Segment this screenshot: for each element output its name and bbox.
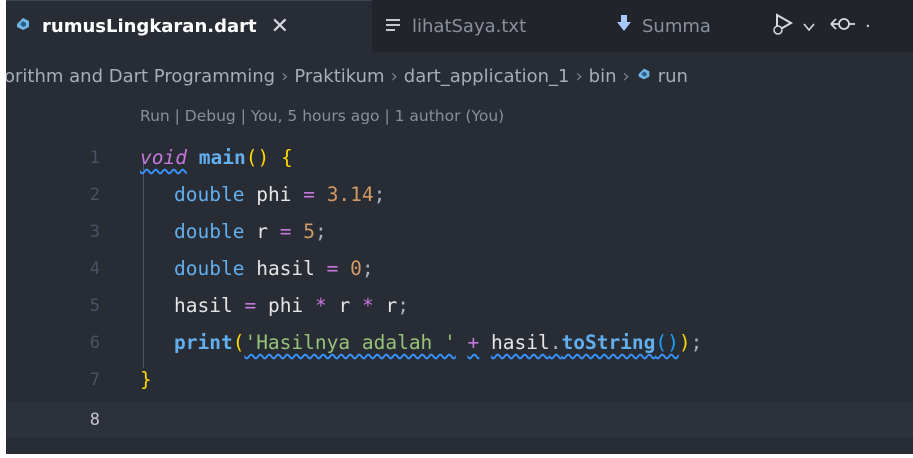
code-token-punctuation: ; — [690, 331, 703, 354]
code-line[interactable]: 7 } — [6, 362, 913, 397]
more-icon[interactable]: · — [865, 16, 871, 37]
close-icon[interactable]: ✕ — [271, 15, 289, 38]
code-token-paren: ) — [678, 331, 691, 354]
line-number: 8 — [89, 409, 100, 430]
code-token-identifier: r — [338, 294, 351, 317]
code-editor[interactable]: Run | Debug | You, 5 hours ago | 1 autho… — [6, 100, 913, 454]
code-token-identifier: phi — [256, 183, 292, 206]
code-text: double r = 5; — [174, 220, 327, 243]
line-number: 3 — [89, 221, 100, 242]
code-token-operator: = — [279, 220, 292, 243]
code-token-operator: * — [361, 294, 374, 317]
code-line[interactable]: 1 void main() { — [6, 140, 913, 175]
code-line[interactable]: 3 double r = 5; — [6, 214, 913, 249]
code-token-brace: } — [140, 368, 152, 391]
code-token-identifier: hasil — [491, 331, 550, 354]
code-token-punctuation: . — [549, 331, 562, 354]
code-token-punctuation: ; — [397, 294, 409, 317]
line-number: 4 — [89, 258, 100, 279]
code-token-punctuation: ; — [314, 220, 327, 243]
breadcrumb: orithm and Dart Programming › Praktikum … — [6, 52, 913, 100]
git-commit-icon[interactable] — [829, 15, 855, 38]
text-lines-icon — [386, 16, 402, 37]
code-token-operator: * — [314, 294, 327, 317]
code-token-punctuation: ; — [373, 183, 386, 206]
code-text: double phi = 3.14; — [174, 183, 385, 206]
code-text: double hasil = 0; — [174, 257, 374, 280]
code-token-paren: () — [655, 331, 679, 354]
code-token-function: main — [198, 146, 246, 169]
code-token-number: 0 — [350, 257, 362, 280]
code-token-paren: ( — [245, 146, 258, 169]
tab-bar: rumusLingkaran.dart ✕ lihatSaya.txt Summ… — [6, 0, 913, 53]
code-token-paren: ( — [232, 331, 245, 354]
breadcrumb-separator: › — [575, 65, 583, 87]
editor-toolbar: · — [771, 0, 871, 52]
code-token-operator: = — [244, 294, 257, 317]
code-token-paren: ) — [257, 146, 270, 169]
run-debug-icon[interactable] — [771, 12, 797, 41]
code-token-identifier: hasil — [256, 257, 315, 280]
code-line[interactable]: 5 hasil = phi * r * r; — [6, 288, 913, 323]
code-token-punctuation: () { — [246, 146, 293, 169]
breadcrumb-item[interactable]: run — [658, 66, 688, 87]
editor-window: rumusLingkaran.dart ✕ lihatSaya.txt Summ… — [6, 0, 913, 454]
code-token-identifier: phi — [267, 294, 304, 317]
code-token-identifier: hasil — [174, 294, 233, 317]
code-token-type: double — [174, 257, 245, 280]
code-token-identifier: r — [256, 220, 268, 243]
line-number: 5 — [89, 295, 100, 316]
code-token-operator: + — [467, 331, 480, 354]
codelens[interactable]: Run | Debug | You, 5 hours ago | 1 autho… — [140, 107, 504, 125]
tab-label: rumusLingkaran.dart — [42, 16, 257, 37]
breadcrumb-separator: › — [281, 65, 289, 87]
breadcrumb-item[interactable]: Praktikum — [294, 66, 384, 87]
chevron-down-icon[interactable] — [803, 16, 815, 37]
breadcrumb-item[interactable]: bin — [589, 66, 617, 87]
code-text: hasil = phi * r * r; — [174, 294, 409, 317]
code-line-current[interactable]: 8 — [6, 402, 913, 437]
breadcrumb-item[interactable]: dart_application_1 — [404, 66, 570, 87]
tab-rumuslingkaran[interactable]: rumusLingkaran.dart ✕ — [6, 0, 372, 52]
code-token-function: print — [174, 331, 233, 354]
breadcrumb-separator: › — [390, 65, 398, 87]
code-token-type: double — [174, 220, 245, 243]
breadcrumb-item[interactable]: orithm and Dart Programming — [6, 66, 275, 87]
code-text: } — [140, 368, 152, 391]
tab-summary[interactable]: Summa — [616, 0, 766, 52]
code-token-keyword: void — [140, 146, 187, 169]
line-number: 7 — [89, 369, 100, 390]
code-token-punctuation: ; — [361, 257, 374, 280]
line-number: 2 — [89, 184, 100, 205]
code-token-operator: = — [303, 183, 315, 206]
download-arrow-icon — [616, 14, 632, 38]
dart-icon — [14, 15, 32, 38]
code-token-method: toString — [561, 331, 656, 354]
code-token-number: 5 — [303, 220, 315, 243]
code-token-type: double — [174, 183, 245, 206]
line-number: 1 — [89, 147, 100, 168]
tab-lihatsaya[interactable]: lihatSaya.txt — [386, 0, 586, 52]
tab-label: Summa — [642, 15, 711, 37]
code-token-identifier: r — [385, 294, 398, 317]
breadcrumb-separator: › — [622, 65, 630, 87]
line-number: 6 — [89, 332, 100, 353]
code-line[interactable]: 4 double hasil = 0; — [6, 251, 913, 286]
code-line[interactable]: 2 double phi = 3.14; — [6, 177, 913, 212]
code-token-brace: { — [280, 146, 293, 169]
tab-label: lihatSaya.txt — [412, 15, 527, 37]
code-text: void main() { — [140, 146, 293, 169]
code-token-string: 'Hasilnya adalah ' — [244, 331, 456, 354]
code-text: print('Hasilnya adalah ' + hasil.toStrin… — [174, 331, 702, 354]
code-line[interactable]: 6 print('Hasilnya adalah ' + hasil.toStr… — [6, 325, 913, 360]
dart-icon — [636, 66, 652, 87]
code-token-operator: = — [326, 257, 339, 280]
code-token-number: 3.14 — [326, 183, 374, 206]
